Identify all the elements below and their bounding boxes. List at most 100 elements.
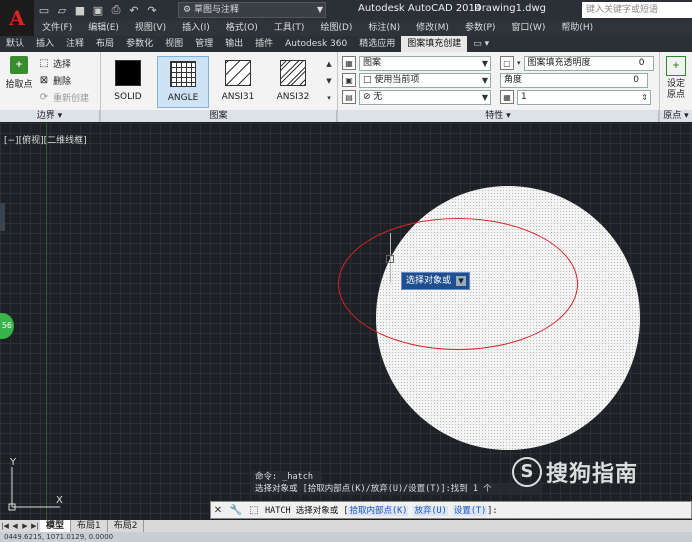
history-line: 命令: _hatch [252,471,322,483]
transparency-dropdown-arrow[interactable]: ▾ [517,59,521,67]
select-label: 选择 [53,59,72,70]
tooltip-down-arrow-icon[interactable]: ▼ [456,276,467,286]
pattern-angle[interactable]: ANGLE [157,56,209,108]
menu-draw[interactable]: 绘图(D) [312,20,360,36]
hatch-type-icon: ▦ [342,56,356,70]
option-settings[interactable]: 设置(T) [452,506,488,516]
select-icon: ⬚ [39,57,49,69]
menu-modify[interactable]: 修改(M) [408,20,457,36]
menu-view[interactable]: 视图(V) [127,20,174,36]
tab-default[interactable]: 默认 [0,36,30,52]
menu-format[interactable]: 格式(O) [218,20,266,36]
next-tab-icon[interactable]: ▶ [20,522,30,530]
first-tab-icon[interactable]: |◀ [0,522,10,530]
tab-output[interactable]: 输出 [219,36,249,52]
workspace-switcher[interactable]: ⚙ 草图与注释 ▼ [178,2,326,18]
tab-manage[interactable]: 管理 [189,36,219,52]
tooltip-text: 选择对象或 [406,276,452,286]
transparency-field[interactable]: 图案填充透明度 0 [523,55,654,71]
pick-point-icon: + [10,56,28,74]
pick-points-button[interactable]: + 拾取点 [4,56,34,96]
side-badge[interactable]: 56 [0,313,14,339]
application-menu-button[interactable]: A [0,0,34,36]
set-origin-label: 设定 原点 [666,79,685,100]
viewport-controls[interactable]: [−][俯视][二维线框] [4,133,87,146]
close-icon[interactable]: ✕ [211,503,225,517]
menu-window[interactable]: 窗口(W) [503,20,553,36]
command-icon: ⬚ [249,504,259,516]
open-icon[interactable]: ▱ [54,2,70,18]
option-undo[interactable]: 放弃(U) [413,506,448,516]
pattern-solid[interactable]: SOLID [102,56,154,108]
menu-dimension[interactable]: 标注(N) [360,20,408,36]
last-tab-icon[interactable]: ▶| [30,522,40,530]
chevron-down-icon: ▼ [316,5,323,14]
pattern-gallery-scroll[interactable]: ▲ ▼ ▾ [324,56,334,108]
pattern-ansi31[interactable]: ANSI31 [212,56,264,108]
color-swatch-icon: □ [363,74,375,85]
delete-button[interactable]: ⊠ 删除 [38,72,98,88]
menu-edit[interactable]: 编辑(E) [80,20,127,36]
app-title: Autodesk AutoCAD 2014 [358,3,482,14]
delete-icon: ⊠ [39,74,49,86]
gear-icon: ⚙ [183,5,192,15]
tab-annotate[interactable]: 注释 [60,36,90,52]
pick-points-label: 拾取点 [5,80,33,90]
properties-panel-title[interactable]: 特性 ▾ [338,110,659,122]
angle-label: 角度 [504,74,523,85]
new-icon[interactable]: ▭ [36,2,52,18]
hatch-type-dropdown[interactable]: 图案 ▼ [359,55,491,71]
watermark: S 搜狗指南 [512,456,638,488]
wrench-icon[interactable]: 🔧 [229,503,243,517]
tab-layout1[interactable]: 布局1 [71,520,108,532]
hatch-type-row: ▦ 图案 ▼ [342,55,491,71]
menu-parametric[interactable]: 参数(P) [457,20,503,36]
delete-label: 删除 [53,76,72,87]
tab-featured-apps[interactable]: 精选应用 [353,36,401,52]
tab-view[interactable]: 视图 [159,36,189,52]
undo-icon[interactable]: ↶ [126,2,142,18]
command-prompt[interactable]: HATCH 选择对象或 [拾取内部点(K) 放弃(U) 设置(T)]: [265,504,498,516]
menu-insert[interactable]: 插入(I) [174,20,218,36]
background-color-dropdown[interactable]: ⊘ 无 ▼ [359,89,491,105]
tab-plugins[interactable]: 插件 [249,36,279,52]
menu-tools[interactable]: 工具(T) [266,20,313,36]
workspace-label: 草图与注释 [193,5,239,15]
save-icon[interactable]: ■ [72,2,88,18]
prev-tab-icon[interactable]: ◀ [10,522,20,530]
pattern-ansi32[interactable]: ANSI32 [267,56,319,108]
transparency-row: ▢ ▾ 图案填充透明度 0 [500,55,654,71]
option-pick-internal-point[interactable]: 拾取内部点(K) [348,506,409,516]
menu-file[interactable]: 文件(F) [34,20,80,36]
pattern-label: ANSI31 [221,92,255,102]
chevron-down-icon: ▼ [481,92,488,102]
pattern-label: ANSI32 [276,92,310,102]
command-line[interactable]: ✕ 🔧 ⬚ HATCH 选择对象或 [拾取内部点(K) 放弃(U) 设置(T)]… [210,501,692,519]
scale-field[interactable]: 1 ⇕ [517,89,651,105]
tab-autodesk-360[interactable]: Autodesk 360 [279,36,353,52]
set-origin-button[interactable]: + 设定 原点 [662,56,690,101]
select-button[interactable]: ⬚ 选择 [38,55,98,71]
print-icon[interactable]: ⎙ [108,2,124,18]
left-dock-handle[interactable] [0,203,5,231]
tab-layout[interactable]: 布局 [90,36,120,52]
angle-field[interactable]: 角度 0 [500,72,648,88]
hatch-color-dropdown[interactable]: □ 使用当前项 ▼ [359,72,491,88]
search-input[interactable]: 键入关键字或短语 [582,2,692,18]
tab-model[interactable]: 模型 [40,520,72,532]
tab-layout2[interactable]: 布局2 [108,520,145,532]
redo-icon[interactable]: ↷ [144,2,160,18]
tab-parametric[interactable]: 参数化 [120,36,159,52]
tab-insert[interactable]: 插入 [30,36,60,52]
tab-hatch-creation[interactable]: 图案填充创建 [401,36,468,52]
recreate-button[interactable]: ⟳ 重新创建 [38,89,98,105]
tab-overflow[interactable]: ▭ ▾ [467,36,495,52]
saveas-icon[interactable]: ▣ [90,2,106,18]
pattern-label: ANGLE [167,93,199,103]
origin-panel-title[interactable]: 原点 ▾ [660,110,692,122]
coordinates-readout: 0449.6215, 1071.0129, 0.0000 [4,533,114,541]
spinner-icon[interactable]: ⇕ [641,91,648,104]
drawing-canvas[interactable]: [−][俯视][二维线框] 选择对象或 ▼ 56 Y X 命令: _hatch … [0,123,692,520]
boundary-panel-title[interactable]: 边界 ▾ [0,110,100,122]
menu-help[interactable]: 帮助(H) [553,20,601,36]
